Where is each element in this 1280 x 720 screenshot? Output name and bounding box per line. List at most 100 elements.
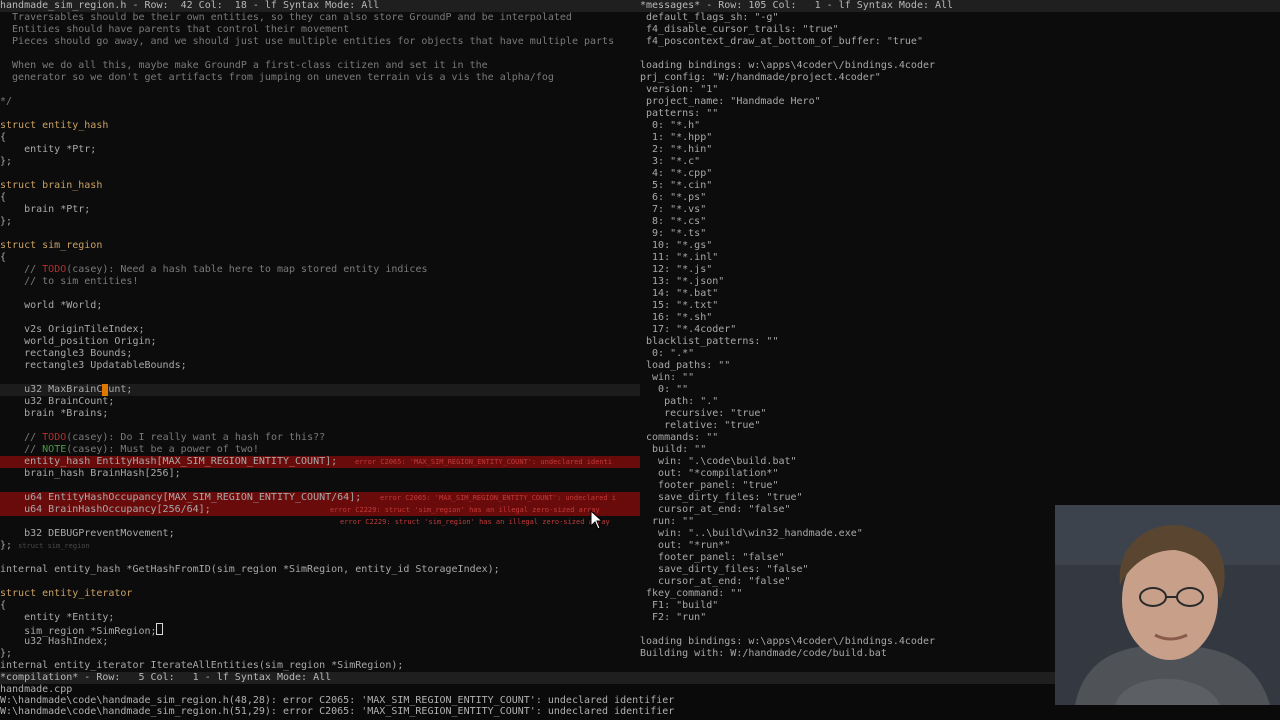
code-line[interactable]: entity *Entity; <box>0 612 640 624</box>
message-line[interactable]: win: ".\code\build.bat" <box>640 456 1280 468</box>
code-line[interactable]: error C2229: struct 'sim_region' has an … <box>0 516 640 528</box>
code-line[interactable]: sim_region *SimRegion; <box>0 623 640 637</box>
message-line[interactable]: 0: ".*" <box>640 348 1280 360</box>
code-line[interactable] <box>0 228 640 240</box>
code-line[interactable]: { <box>0 600 640 612</box>
code-line[interactable]: rectangle3 Bounds; <box>0 348 640 360</box>
code-line[interactable] <box>0 420 640 432</box>
code-line[interactable]: world *World; <box>0 300 640 312</box>
message-line[interactable]: 16: "*.sh" <box>640 312 1280 324</box>
message-line[interactable]: 14: "*.bat" <box>640 288 1280 300</box>
current-line-text[interactable]: u32 MaxBrainCount; <box>0 384 132 395</box>
struct-end-text[interactable]: }; <box>0 540 12 551</box>
code-line[interactable]: u32 BrainCount; <box>0 396 640 408</box>
code-line[interactable]: Traversables should be their own entitie… <box>0 12 640 24</box>
code-line[interactable]: struct entity_iterator <box>0 588 640 600</box>
message-line[interactable]: 9: "*.ts" <box>640 228 1280 240</box>
message-line[interactable]: 0: "*.h" <box>640 120 1280 132</box>
message-line[interactable]: 7: "*.vs" <box>640 204 1280 216</box>
code-line-error[interactable]: entity_hash EntityHash[MAX_SIM_REGION_EN… <box>0 456 640 468</box>
message-line[interactable]: save_dirty_files: "true" <box>640 492 1280 504</box>
code-line[interactable]: struct brain_hash <box>0 180 640 192</box>
message-line[interactable]: 0: "" <box>640 384 1280 396</box>
code-line[interactable] <box>0 480 640 492</box>
source-lines[interactable]: Traversables should be their own entitie… <box>0 12 640 672</box>
message-line[interactable]: 3: "*.c" <box>640 156 1280 168</box>
code-line-error[interactable]: u64 EntityHashOccupancy[MAX_SIM_REGION_E… <box>0 492 640 504</box>
message-line[interactable]: 15: "*.txt" <box>640 300 1280 312</box>
message-line[interactable] <box>640 48 1280 60</box>
code-line[interactable]: brain *Brains; <box>0 408 640 420</box>
message-line[interactable]: relative: "true" <box>640 420 1280 432</box>
code-line[interactable]: }; <box>0 216 640 228</box>
message-line[interactable]: project_name: "Handmade Hero" <box>640 96 1280 108</box>
code-line[interactable]: internal entity_hash *GetHashFromID(sim_… <box>0 564 640 576</box>
code-line[interactable]: world_position Origin; <box>0 336 640 348</box>
code-line-todo-comment[interactable]: // TODO(casey): Need a hash table here t… <box>0 264 640 276</box>
message-line[interactable]: 8: "*.cs" <box>640 216 1280 228</box>
message-line[interactable]: f4_poscontext_draw_at_bottom_of_buffer: … <box>640 36 1280 48</box>
message-line[interactable]: 4: "*.cpp" <box>640 168 1280 180</box>
code-line[interactable] <box>0 312 640 324</box>
message-line[interactable]: 6: "*.ps" <box>640 192 1280 204</box>
code-line[interactable]: internal entity_iterator IterateAllEntit… <box>0 660 640 672</box>
message-line[interactable]: blacklist_patterns: "" <box>640 336 1280 348</box>
code-line[interactable]: struct entity_hash <box>0 120 640 132</box>
message-line[interactable]: 5: "*.cin" <box>640 180 1280 192</box>
code-line[interactable] <box>0 372 640 384</box>
message-line[interactable]: default_flags_sh: "-g" <box>640 12 1280 24</box>
message-line[interactable]: path: "." <box>640 396 1280 408</box>
message-line[interactable]: patterns: "" <box>640 108 1280 120</box>
code-line-error[interactable]: u64 BrainHashOccupancy[256/64]; error C22… <box>0 504 640 516</box>
message-line[interactable]: prj_config: "W:/handmade/project.4coder" <box>640 72 1280 84</box>
code-line[interactable]: Pieces should go away, and we should jus… <box>0 36 640 48</box>
message-line[interactable]: 2: "*.hin" <box>640 144 1280 156</box>
code-line[interactable]: u32 HashIndex; <box>0 636 640 648</box>
message-line[interactable]: 1: "*.hpp" <box>640 132 1280 144</box>
code-line[interactable]: { <box>0 252 640 264</box>
message-line[interactable]: 17: "*.4coder" <box>640 324 1280 336</box>
error-line-text[interactable]: entity_hash EntityHash[MAX_SIM_REGION_EN… <box>0 456 337 467</box>
message-line[interactable]: recursive: "true" <box>640 408 1280 420</box>
message-line[interactable]: 11: "*.inl" <box>640 252 1280 264</box>
message-line[interactable]: footer_panel: "true" <box>640 480 1280 492</box>
code-line[interactable]: */ <box>0 96 640 108</box>
code-line[interactable]: b32 DEBUGPreventMovement; <box>0 528 640 540</box>
message-line[interactable]: load_paths: "" <box>640 360 1280 372</box>
code-line[interactable] <box>0 288 640 300</box>
code-line[interactable] <box>0 552 640 564</box>
message-line[interactable]: win: "" <box>640 372 1280 384</box>
code-line[interactable] <box>0 108 640 120</box>
code-line-todo-comment[interactable]: // TODO(casey): Do I really want a hash … <box>0 432 640 444</box>
code-line[interactable] <box>0 84 640 96</box>
code-line[interactable]: Entities should have parents that contro… <box>0 24 640 36</box>
code-line[interactable]: v2s OriginTileIndex; <box>0 324 640 336</box>
code-line[interactable]: { <box>0 192 640 204</box>
message-line[interactable]: 12: "*.js" <box>640 264 1280 276</box>
code-line[interactable]: brain_hash BrainHash[256]; <box>0 468 640 480</box>
current-code-line[interactable]: u32 MaxBrainCount; <box>0 384 640 396</box>
code-line-note-comment[interactable]: // NOTE(casey): Must be a power of two! <box>0 444 640 456</box>
code-line[interactable]: generator so we don't get artifacts from… <box>0 72 640 84</box>
message-line[interactable]: 13: "*.json" <box>640 276 1280 288</box>
code-line[interactable]: }; <box>0 156 640 168</box>
error-line-text[interactable]: u64 EntityHashOccupancy[MAX_SIM_REGION_E… <box>0 492 361 503</box>
code-line[interactable]: brain *Ptr; <box>0 204 640 216</box>
code-line[interactable]: { <box>0 132 640 144</box>
source-editor-pane[interactable]: handmade_sim_region.h - Row: 42 Col: 18 … <box>0 0 640 672</box>
code-line[interactable]: rectangle3 UpdatableBounds; <box>0 360 640 372</box>
code-line[interactable]: }; struct sim_region <box>0 540 640 552</box>
code-line[interactable]: entity *Ptr; <box>0 144 640 156</box>
message-line[interactable]: f4_disable_cursor_trails: "true" <box>640 24 1280 36</box>
message-line[interactable]: commands: "" <box>640 432 1280 444</box>
code-line[interactable] <box>0 48 640 60</box>
code-line[interactable]: When we do all this, maybe make GroundP … <box>0 60 640 72</box>
message-line[interactable]: loading bindings: w:\apps\4coder\/bindin… <box>640 60 1280 72</box>
code-line[interactable]: }; <box>0 648 640 660</box>
message-line[interactable]: 10: "*.gs" <box>640 240 1280 252</box>
code-line[interactable] <box>0 168 640 180</box>
code-line[interactable]: struct sim_region <box>0 240 640 252</box>
message-line[interactable]: build: "" <box>640 444 1280 456</box>
message-line[interactable]: out: "*compilation*" <box>640 468 1280 480</box>
error-line-text[interactable]: u64 BrainHashOccupancy[256/64]; <box>0 504 211 515</box>
